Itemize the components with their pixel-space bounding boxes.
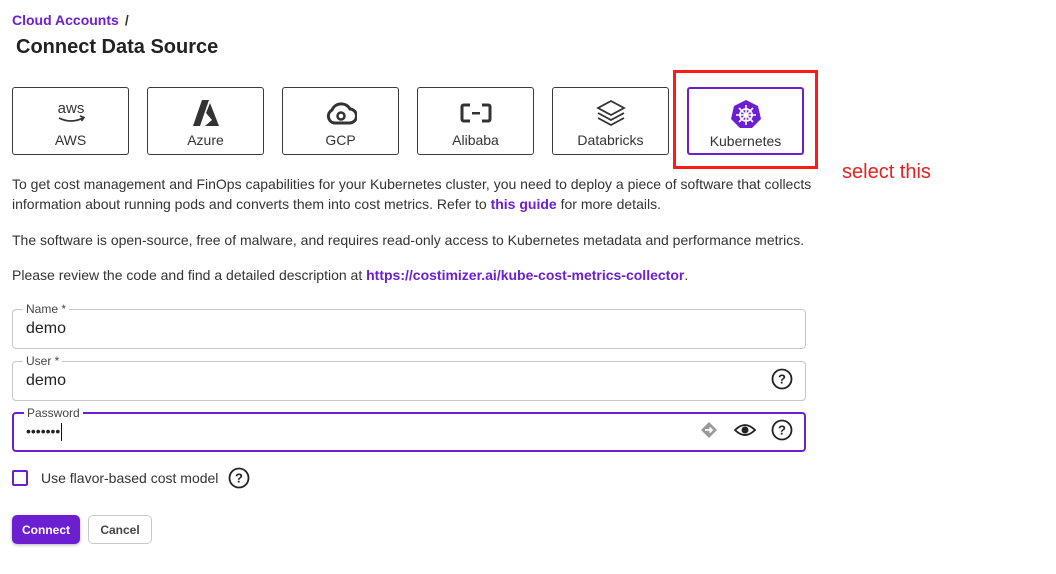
page-title: Connect Data Source (16, 36, 219, 58)
annotation-highlight-box (673, 70, 818, 169)
password-field-label: Password (24, 406, 83, 420)
text-cursor (61, 423, 63, 441)
alibaba-cloud-icon (418, 98, 533, 128)
show-password-eye-icon[interactable] (733, 420, 757, 445)
flavor-cost-model-option: Use flavor-based cost model ? (12, 467, 250, 489)
description-text: . (684, 267, 689, 283)
description-text: Please review the code and find a detail… (12, 267, 367, 283)
provider-tile-aws[interactable]: aws AWS (12, 87, 129, 155)
password-input[interactable]: ••••••• (26, 423, 666, 441)
provider-label: Databricks (577, 132, 644, 148)
guide-link[interactable]: this guide (491, 196, 557, 212)
breadcrumb-link-cloud-accounts[interactable]: Cloud Accounts (12, 12, 119, 28)
svg-text:?: ? (778, 422, 786, 437)
provider-label: Alibaba (452, 132, 499, 148)
provider-label: GCP (325, 132, 356, 148)
breadcrumb-separator: / (124, 12, 129, 28)
description-text: for more details. (556, 196, 661, 212)
gcp-cloud-icon (283, 98, 398, 128)
aws-logo-icon: aws (13, 98, 128, 128)
password-masked-value: ••••••• (26, 423, 61, 440)
svg-text:?: ? (235, 471, 243, 486)
name-field: Name * (12, 302, 806, 349)
user-field: User * ? (12, 354, 806, 401)
cancel-button[interactable]: Cancel (88, 515, 152, 544)
description-paragraph-guide: To get cost management and FinOps capabi… (12, 174, 812, 214)
annotation-text: select this (842, 161, 931, 183)
svg-text:aws: aws (57, 100, 84, 117)
azure-logo-icon (148, 98, 263, 128)
provider-tile-alibaba[interactable]: Alibaba (417, 87, 534, 155)
connect-button[interactable]: Connect (12, 515, 80, 544)
provider-tile-databricks[interactable]: Databricks (552, 87, 669, 155)
description-text: To get cost management and FinOps capabi… (12, 176, 812, 212)
provider-label: AWS (54, 132, 87, 148)
provider-tile-gcp[interactable]: GCP (282, 87, 399, 155)
provider-label: Azure (187, 132, 224, 148)
password-manager-key-icon[interactable] (699, 420, 719, 445)
user-input[interactable] (26, 372, 666, 390)
help-circle-icon[interactable]: ? (228, 467, 250, 489)
description-paragraph-software: The software is open-source, free of mal… (12, 232, 805, 248)
help-circle-icon[interactable]: ? (771, 368, 793, 395)
flavor-cost-model-checkbox[interactable] (12, 470, 28, 486)
breadcrumb: Cloud Accounts / (12, 12, 129, 28)
name-field-label: Name * (23, 302, 70, 316)
collector-repo-link[interactable]: https://costimizer.ai/kube-cost-metrics-… (366, 267, 684, 283)
user-field-label: User * (23, 354, 63, 368)
name-input[interactable] (26, 320, 666, 338)
databricks-layers-icon (553, 98, 668, 128)
password-field: Password ••••••• ? (12, 406, 806, 452)
help-circle-icon[interactable]: ? (771, 419, 793, 446)
provider-tile-azure[interactable]: Azure (147, 87, 264, 155)
flavor-cost-model-label[interactable]: Use flavor-based cost model (41, 470, 218, 486)
svg-text:?: ? (778, 371, 786, 386)
description-paragraph-code: Please review the code and find a detail… (12, 265, 812, 285)
